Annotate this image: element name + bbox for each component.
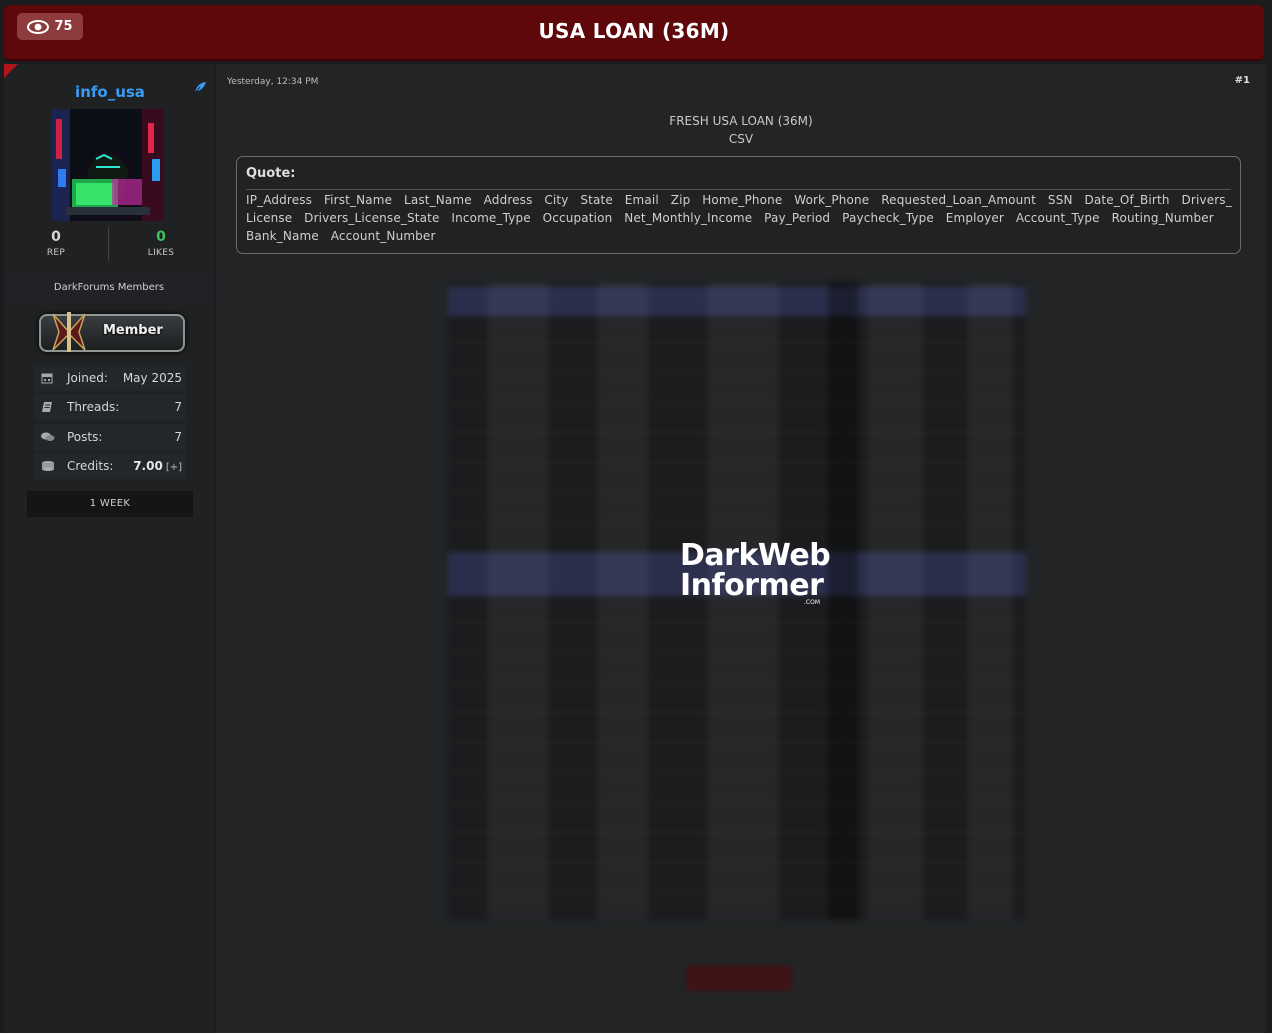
comments-icon bbox=[41, 431, 57, 443]
book-icon bbox=[41, 401, 57, 413]
post-body: Yesterday, 12:34 PM #1 FRESH USA LOAN (3… bbox=[216, 64, 1266, 1033]
tenure-badge: 1 WEEK bbox=[27, 491, 193, 517]
joined-row: Joined: May 2025 bbox=[34, 365, 186, 391]
user-group: DarkForums Members bbox=[4, 276, 214, 300]
thread-title: USA LOAN (36M) bbox=[538, 19, 730, 43]
emblem-icon bbox=[49, 310, 89, 354]
credits-value-wrap: 7.00 [+] bbox=[133, 459, 182, 473]
joined-label: Joined: bbox=[67, 371, 108, 385]
credits-value: 7.00 bbox=[133, 459, 163, 473]
coins-icon bbox=[41, 460, 57, 472]
feather-icon bbox=[193, 80, 207, 99]
likes-stat: 0 LIKES bbox=[109, 229, 213, 258]
credits-label: Credits: bbox=[67, 459, 114, 473]
watermark-suffix: .COM bbox=[804, 599, 820, 606]
add-credits-link[interactable]: [+] bbox=[166, 462, 182, 473]
posts-value[interactable]: 7 bbox=[174, 430, 182, 444]
threads-row: Threads: 7 bbox=[34, 394, 186, 420]
badge-label: Member bbox=[103, 323, 163, 338]
quote-block: Quote: IP_Address First_Name Last_Name A… bbox=[236, 156, 1241, 254]
rep-label: REP bbox=[46, 248, 66, 258]
rep-stat: 0 REP bbox=[4, 229, 108, 258]
watermark-line2: Informer bbox=[680, 568, 824, 603]
thread-header: 75 USA LOAN (36M) bbox=[4, 5, 1264, 61]
post-heading: FRESH USA LOAN (36M) CSV bbox=[216, 112, 1266, 148]
quote-text: IP_Address First_Name Last_Name Address … bbox=[246, 193, 1232, 243]
credits-row: Credits: 7.00 [+] bbox=[34, 453, 186, 479]
calendar-icon bbox=[41, 372, 57, 384]
posts-row: Posts: 7 bbox=[34, 424, 186, 450]
member-badge: Member bbox=[39, 312, 185, 352]
joined-value: May 2025 bbox=[122, 371, 182, 385]
likes-label: LIKES bbox=[147, 248, 175, 258]
avatar[interactable] bbox=[52, 109, 164, 221]
corner-marker bbox=[4, 64, 18, 78]
quote-divider bbox=[246, 189, 1231, 190]
watermark-logo: DarkWeb Informer .COM bbox=[680, 538, 831, 608]
post-heading-title: FRESH USA LOAN (36M) bbox=[669, 114, 813, 128]
threads-label: Threads: bbox=[67, 400, 120, 414]
quote-label: Quote: bbox=[246, 166, 296, 181]
hidden-content-button[interactable] bbox=[686, 965, 792, 991]
post-number[interactable]: #1 bbox=[1235, 75, 1250, 86]
post-heading-format: CSV bbox=[728, 132, 754, 146]
author-username[interactable]: info_usa bbox=[4, 83, 216, 101]
likes-value: 0 bbox=[156, 229, 166, 245]
post-date: Yesterday, 12:34 PM bbox=[227, 77, 319, 87]
rep-value: 0 bbox=[51, 229, 61, 245]
author-sidebar: info_usa 0 REP 0 LIKES DarkForums Member… bbox=[4, 64, 214, 1033]
threads-value[interactable]: 7 bbox=[174, 400, 182, 414]
posts-label: Posts: bbox=[67, 430, 103, 444]
